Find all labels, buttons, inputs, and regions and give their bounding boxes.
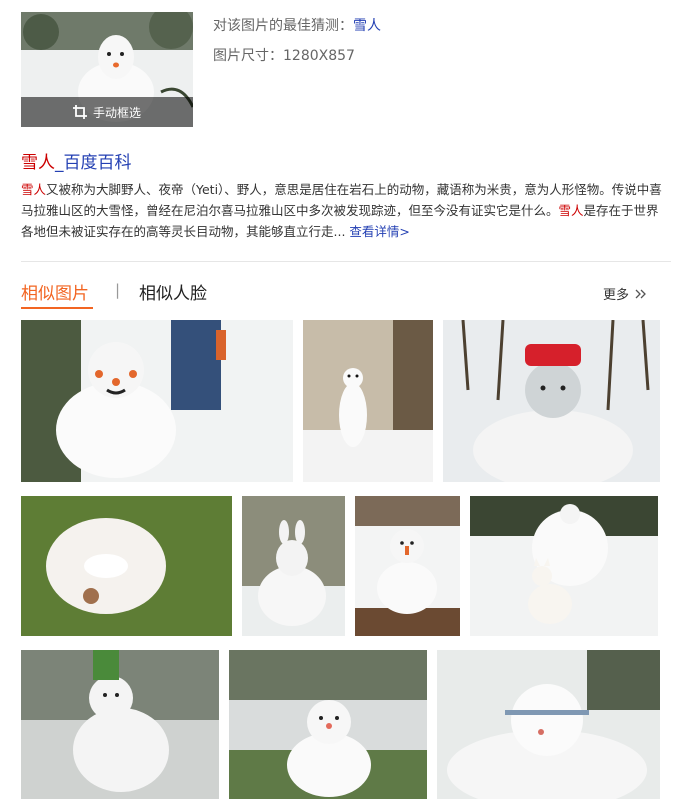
snowman-bottle-photo — [21, 650, 219, 799]
tab-similar-faces[interactable]: 相似人脸 — [139, 279, 207, 304]
crop-button[interactable]: 手动框选 — [21, 97, 193, 127]
similar-image-8[interactable] — [21, 650, 219, 799]
desc-highlight-1: 雪人 — [21, 182, 47, 197]
view-details-link[interactable]: 查看详情> — [349, 224, 409, 239]
crop-icon — [72, 105, 87, 119]
baike-title-link[interactable]: 雪人_百度百科 — [21, 148, 132, 173]
snow-bunny-photo — [242, 496, 345, 636]
double-chevron-right-icon — [635, 289, 646, 298]
similar-image-4[interactable] — [21, 496, 232, 636]
more-button[interactable]: 更多 — [603, 284, 647, 303]
similar-image-1[interactable] — [21, 320, 293, 482]
similar-image-10[interactable] — [437, 650, 660, 799]
snowman-closeup-photo — [437, 650, 660, 799]
similar-image-6[interactable] — [355, 496, 460, 636]
snowman-yard-photo — [229, 650, 427, 799]
desc-highlight-2: 雪人 — [558, 203, 584, 218]
similar-image-2[interactable] — [303, 320, 433, 482]
snowman-photo — [21, 320, 293, 482]
snowman-red-bucket-photo — [443, 320, 660, 482]
active-tab-indicator — [21, 307, 93, 309]
similar-image-5[interactable] — [242, 496, 345, 636]
similar-image-9[interactable] — [229, 650, 427, 799]
best-guess: 对该图片的最佳猜测：雪人 — [213, 15, 381, 35]
snowman-on-deck-photo — [355, 496, 460, 636]
baike-title-highlight: 雪人 — [21, 153, 55, 173]
best-guess-link[interactable]: 雪人 — [353, 18, 381, 34]
tab-separator: | — [115, 281, 121, 299]
crop-label: 手动框选 — [92, 105, 141, 120]
bride-in-grass-photo — [21, 496, 232, 636]
similar-image-7[interactable] — [470, 496, 658, 636]
baike-title-rest: _百度百科 — [55, 153, 132, 173]
section-divider — [21, 261, 671, 262]
image-size: 图片尺寸：1280X857 — [213, 48, 355, 64]
similar-image-3[interactable] — [443, 320, 660, 482]
baike-description: 雪人又被称为大脚野人、夜帝（Yeti）、野人，意思是居住在岩石上的动物，藏语称为… — [21, 179, 666, 242]
best-guess-prefix: 对该图片的最佳猜测： — [213, 18, 353, 34]
snowman-with-cat-photo — [470, 496, 658, 636]
more-label: 更多 — [603, 288, 630, 303]
stoat-photo — [303, 320, 433, 482]
query-image[interactable]: 手动框选 — [21, 12, 193, 127]
tab-similar-images[interactable]: 相似图片 — [21, 279, 89, 304]
